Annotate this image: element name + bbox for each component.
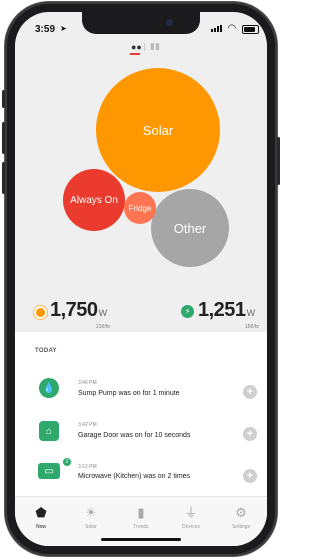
tab-label: Settings [231, 524, 251, 530]
wifi-icon: ◠ [228, 23, 236, 34]
feed-item-message: Garage Door was on for 10 seconds [78, 432, 191, 439]
sun-icon: ☀ [85, 505, 97, 520]
add-button[interactable]: + [243, 469, 257, 483]
house-icon: ⬟ [35, 505, 47, 520]
count-badge: 2 [63, 458, 71, 466]
volume-up-button [2, 122, 5, 154]
always-on-bubble[interactable]: Always On [63, 169, 125, 231]
feed-item-time: 3:12 PM [78, 464, 97, 470]
status-time: 3:59 [35, 24, 56, 35]
feed-item[interactable]: ▭ 2 3:12 PM Microwave (Kitchen) was on 2… [15, 450, 267, 490]
solar-production-stat[interactable]: 1,750W 21¢/hr [50, 299, 110, 330]
bubbles-view-icon[interactable]: ●● [131, 42, 142, 52]
tab-label: Devices [182, 524, 200, 530]
cellular-signal-icon [211, 25, 222, 32]
tab-now[interactable]: ⬟ Now [16, 505, 66, 530]
add-button[interactable]: + [243, 385, 257, 399]
feed-item[interactable]: 💧 3:46 PM Sump Pump was on for 1 minute … [15, 368, 267, 408]
gear-icon: ⚙ [235, 505, 247, 520]
microwave-icon: ▭ [38, 463, 60, 479]
tab-trends[interactable]: ▮ Trends [116, 505, 166, 530]
notch [82, 12, 200, 34]
front-camera [166, 19, 173, 26]
sun-icon [36, 308, 45, 317]
usage-watts: 1,251 [198, 299, 246, 321]
phone-frame: 3:59 ➤ ◠ ●● ▮▮ Solar Other Always On Fri… [2, 2, 280, 556]
solar-watts: 1,750 [50, 299, 98, 321]
bar-chart-icon: ▮ [137, 505, 145, 520]
plug-icon: ⏚ [184, 505, 198, 520]
tab-label: Now [35, 524, 46, 530]
plug-icon: ⚡ [181, 305, 194, 318]
bar-view-icon[interactable]: ▮▮ [150, 41, 160, 52]
volume-down-button [2, 162, 5, 194]
tab-settings[interactable]: ⚙ Settings [216, 505, 266, 530]
feed-item-time: 3:46 PM [78, 380, 97, 386]
tab-label: Solar [85, 524, 97, 530]
home-indicator[interactable] [101, 538, 181, 541]
feed-item-message: Sump Pump was on for 1 minute [78, 390, 180, 397]
feed-header: TODAY [35, 348, 57, 354]
view-toggle[interactable]: ●● ▮▮ [125, 39, 165, 59]
usage-stat[interactable]: 1,251W 15¢/hr [198, 299, 259, 330]
garage-icon: ⌂ [39, 421, 59, 441]
usage-cost: 15¢/hr [245, 324, 260, 330]
battery-icon [242, 25, 259, 34]
solar-unit: W [98, 308, 108, 318]
feed-item-time: 3:42 PM [78, 422, 97, 428]
app-screen: 3:59 ➤ ◠ ●● ▮▮ Solar Other Always On Fri… [15, 12, 267, 546]
add-button[interactable]: + [243, 427, 257, 441]
water-drop-icon: 💧 [39, 378, 59, 398]
toggle-divider [144, 43, 145, 51]
other-bubble[interactable]: Other [151, 189, 229, 267]
solar-cost: 21¢/hr [96, 324, 111, 330]
fridge-bubble[interactable]: Fridge [124, 192, 156, 224]
power-button [277, 137, 280, 185]
tab-solar[interactable]: ☀ Solar [66, 505, 116, 530]
feed-item[interactable]: ⌂ 3:42 PM Garage Door was on for 10 seco… [15, 410, 267, 450]
location-arrow-icon: ➤ [60, 24, 67, 33]
feed-item-message: Microwave (Kitchen) was on 2 times [78, 473, 191, 480]
mute-switch [2, 90, 5, 108]
usage-unit: W [246, 308, 256, 318]
tab-devices[interactable]: ⏚ Devices [166, 505, 216, 530]
tab-label: Trends [133, 524, 149, 530]
solar-bubble[interactable]: Solar [96, 68, 220, 192]
active-view-indicator [130, 53, 140, 55]
